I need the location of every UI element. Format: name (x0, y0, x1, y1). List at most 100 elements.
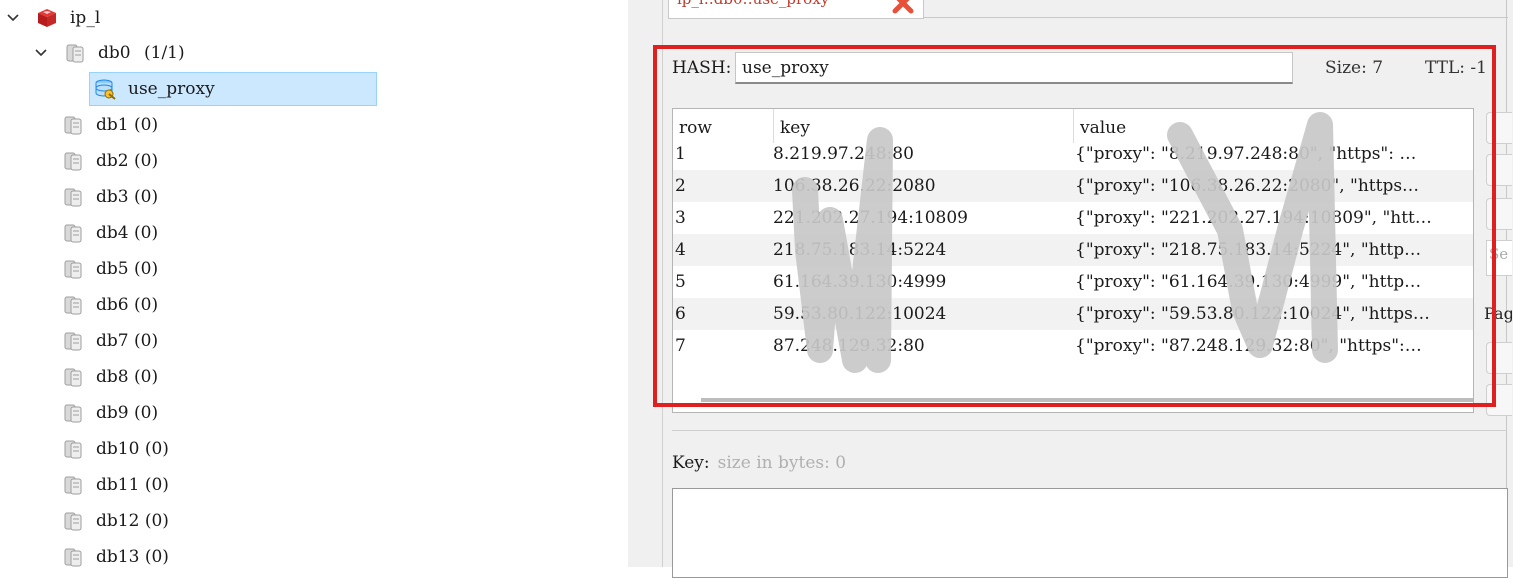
db-count: (0) (134, 187, 159, 207)
row-number: 4 (675, 240, 686, 260)
db-count: (0) (134, 367, 159, 387)
row-key: 218.75.183.14:5224 (773, 240, 947, 260)
db-count: (1/1) (138, 43, 185, 63)
db-name: db13 (96, 547, 140, 567)
row-number: 7 (675, 336, 686, 356)
db-count: (0) (144, 547, 169, 567)
value-editor-textarea[interactable] (672, 488, 1508, 578)
tree-item-db11[interactable]: db11 (0) (62, 468, 169, 502)
db-count: (0) (134, 223, 159, 243)
tree-item-connection[interactable]: ip_l (6, 1, 100, 35)
database-icon (62, 150, 84, 172)
table-row[interactable]: 6 59.53.80.122:10024 {"proxy": "59.53.80… (673, 298, 1473, 330)
row-number: 5 (675, 272, 686, 292)
tab-strip-border (924, 17, 1508, 18)
connection-tree: ip_l db0 (1/1) use_proxy db1 (0) db2 (0)… (0, 0, 628, 567)
database-icon (62, 438, 84, 460)
db-name: db0 (98, 43, 131, 63)
database-icon (64, 42, 86, 64)
tree-item-key-use-proxy[interactable]: use_proxy (94, 72, 215, 106)
row-value: {"proxy": "221.202.27.194:10809", "htt… (1075, 208, 1432, 228)
tree-item-db3[interactable]: db3 (0) (62, 180, 158, 214)
tree-item-db2[interactable]: db2 (0) (62, 144, 158, 178)
table-row[interactable]: 5 61.164.39.130:4999 {"proxy": "61.164.3… (673, 266, 1473, 298)
db-count: (0) (134, 403, 159, 423)
table-row[interactable]: 3 221.202.27.194:10809 {"proxy": "221.20… (673, 202, 1473, 234)
db-count: (0) (134, 115, 159, 135)
key-type-label: HASH: (672, 58, 732, 78)
row-key: 61.164.39.130:4999 (773, 272, 947, 292)
tree-item-db1[interactable]: db1 (0) (62, 108, 158, 142)
database-icon (62, 402, 84, 424)
db-count: (0) (134, 331, 159, 351)
tab-use-proxy[interactable]: ip_l::db0::use_proxy (668, 0, 924, 19)
db-count: (0) (144, 475, 169, 495)
hash-table: row key value 1 8.219.97.248:80 {"proxy"… (672, 108, 1474, 413)
db-name: db11 (96, 475, 140, 495)
row-number: 2 (675, 176, 686, 196)
reload-button[interactable] (1486, 198, 1512, 230)
db-name: db12 (96, 511, 140, 531)
db-name: db8 (96, 367, 129, 387)
row-value: {"proxy": "61.164.39.130:4999", "http… (1075, 272, 1422, 292)
db-count: (0) (134, 295, 159, 315)
hash-key-icon (94, 78, 116, 100)
tree-item-db12[interactable]: db12 (0) (62, 504, 169, 538)
panel-edge (1506, 0, 1507, 567)
tree-item-db8[interactable]: db8 (0) (62, 360, 158, 394)
redis-server-icon (36, 7, 58, 29)
key-editor-panel: ip_l::db0::use_proxy HASH: use_proxy Siz… (628, 0, 1513, 578)
chevron-down-icon[interactable] (34, 46, 48, 60)
tree-item-db4[interactable]: db4 (0) (62, 216, 158, 250)
database-icon (62, 474, 84, 496)
tree-item-db5[interactable]: db5 (0) (62, 252, 158, 286)
database-icon (62, 186, 84, 208)
prev-page-button[interactable] (1486, 342, 1512, 374)
db-name: db10 (96, 439, 140, 459)
table-row[interactable]: 1 8.219.97.248:80 {"proxy": "8.219.97.24… (673, 138, 1473, 170)
row-key: 59.53.80.122:10024 (773, 304, 947, 324)
database-icon (62, 546, 84, 568)
row-key: 87.248.129.32:80 (773, 336, 925, 356)
add-row-button[interactable] (1486, 112, 1512, 144)
db-count: (0) (134, 151, 159, 171)
row-key: 221.202.27.194:10809 (773, 208, 968, 228)
database-icon (62, 258, 84, 280)
page-label: Page (1484, 304, 1512, 323)
close-tab-icon[interactable] (890, 0, 916, 14)
db-count: (0) (134, 259, 159, 279)
next-page-button[interactable] (1486, 384, 1512, 416)
key-name-input[interactable]: use_proxy (735, 52, 1293, 84)
tree-item-db10[interactable]: db10 (0) (62, 432, 169, 466)
chevron-down-icon[interactable] (6, 11, 20, 25)
row-key: 106.38.26.22:2080 (773, 176, 936, 196)
table-row[interactable]: 4 218.75.183.14:5224 {"proxy": "218.75.1… (673, 234, 1473, 266)
row-value: {"proxy": "59.53.80.122:10024", "https… (1075, 304, 1430, 324)
tree-item-db7[interactable]: db7 (0) (62, 324, 158, 358)
ttl-label: TTL: -1 (1425, 58, 1487, 78)
tree-item-db13[interactable]: db13 (0) (62, 540, 169, 574)
horizontal-scrollbar[interactable] (701, 398, 1473, 402)
key-name: use_proxy (128, 79, 215, 99)
connection-name: ip_l (70, 8, 101, 28)
section-divider (672, 430, 1507, 431)
db-name: db6 (96, 295, 129, 315)
tree-item-db6[interactable]: db6 (0) (62, 288, 158, 322)
delete-row-button[interactable] (1486, 154, 1512, 186)
table-row[interactable]: 2 106.38.26.22:2080 {"proxy": "106.38.26… (673, 170, 1473, 202)
tree-item-db0[interactable]: db0 (1/1) (34, 36, 185, 70)
table-row[interactable]: 7 87.248.129.32:80 {"proxy": "87.248.129… (673, 330, 1473, 362)
database-icon (62, 366, 84, 388)
database-icon (62, 510, 84, 532)
search-input[interactable]: Se (1486, 240, 1512, 276)
row-value: {"proxy": "8.219.97.248:80", "https": … (1075, 144, 1417, 164)
row-number: 6 (675, 304, 686, 324)
database-icon (62, 330, 84, 352)
db-name: db5 (96, 259, 129, 279)
db-name: db3 (96, 187, 129, 207)
tree-item-db9[interactable]: db9 (0) (62, 396, 158, 430)
db-name: db2 (96, 151, 129, 171)
row-key: 8.219.97.248:80 (773, 144, 914, 164)
panel-divider (662, 0, 663, 567)
db-name: db4 (96, 223, 129, 243)
